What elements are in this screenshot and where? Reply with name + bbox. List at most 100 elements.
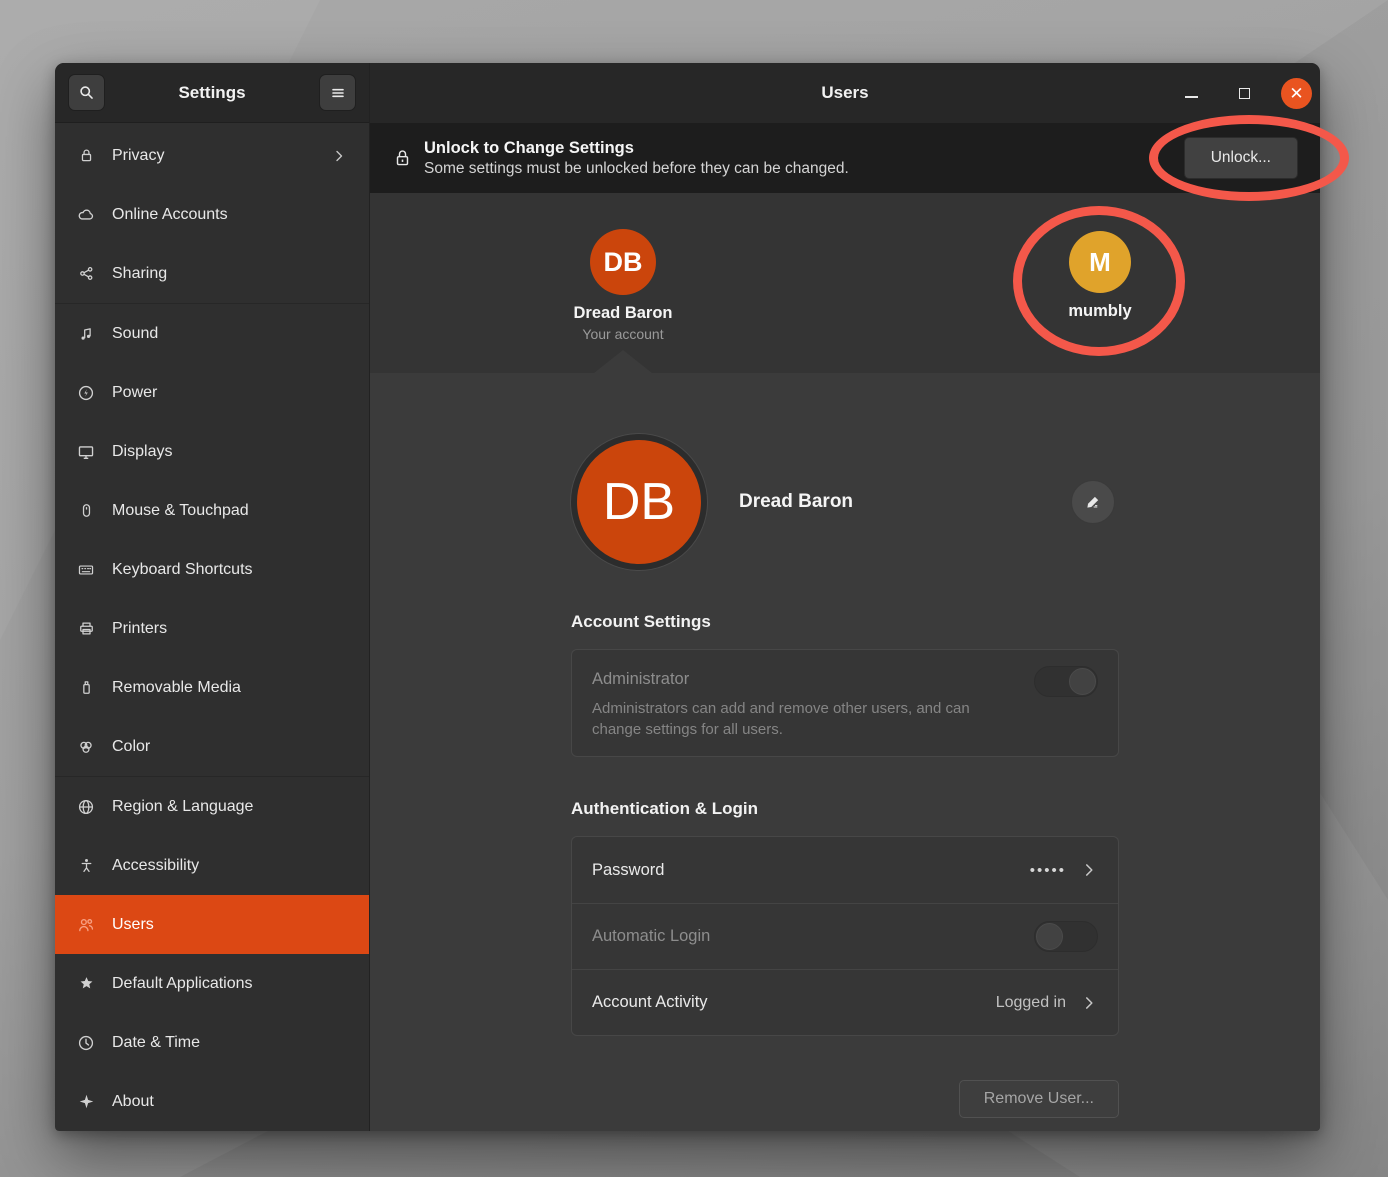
sidebar-item-about[interactable]: About: [55, 1072, 369, 1131]
sidebar-item-label: Date & Time: [112, 1034, 347, 1052]
sidebar-item-color[interactable]: Color: [55, 717, 369, 776]
sidebar-item-label: Default Applications: [112, 975, 347, 993]
auth-login-heading: Authentication & Login: [571, 799, 1119, 819]
footer-row: Remove User...: [571, 1080, 1119, 1118]
user-carousel: DB Dread Baron Your account M mumbly: [370, 193, 1320, 373]
sidebar-item-label: Accessibility: [112, 857, 347, 875]
sidebar-item-privacy[interactable]: Privacy: [55, 126, 369, 185]
sidebar-title: Settings: [105, 83, 319, 103]
sidebar: Settings Privacy Online Accounts: [55, 63, 370, 1131]
mouse-icon: [77, 502, 95, 520]
hamburger-icon: [330, 85, 346, 101]
avatar[interactable]: DB: [571, 434, 707, 570]
power-icon: [77, 384, 95, 402]
sidebar-item-sharing[interactable]: Sharing: [55, 244, 369, 303]
flash-drive-icon: [77, 679, 95, 697]
clock-icon: [77, 1034, 95, 1052]
administrator-label: Administrator: [592, 670, 1098, 689]
sidebar-item-removable-media[interactable]: Removable Media: [55, 658, 369, 717]
account-settings-heading: Account Settings: [571, 612, 1119, 632]
avatar: DB: [590, 229, 656, 295]
password-row[interactable]: Password •••••: [572, 837, 1118, 903]
profile-row: DB Dread Baron: [571, 434, 1119, 570]
search-icon: [78, 84, 95, 101]
sidebar-item-label: Displays: [112, 443, 347, 461]
password-dots: •••••: [1030, 862, 1066, 879]
chevron-right-icon: [331, 148, 347, 164]
sidebar-item-label: Color: [112, 738, 347, 756]
sidebar-item-date-time[interactable]: Date & Time: [55, 1013, 369, 1072]
sidebar-item-label: Mouse & Touchpad: [112, 502, 347, 520]
carousel-user-name: mumbly: [1068, 302, 1131, 321]
account-activity-row[interactable]: Account Activity Logged in: [572, 969, 1118, 1035]
search-button[interactable]: [68, 74, 105, 111]
sidebar-item-mouse-touchpad[interactable]: Mouse & Touchpad: [55, 481, 369, 540]
toggle-knob: [1036, 923, 1063, 950]
sidebar-item-label: About: [112, 1093, 347, 1111]
users-icon: [77, 916, 95, 934]
remove-user-button[interactable]: Remove User...: [959, 1080, 1119, 1118]
banner-texts: Unlock to Change Settings Some settings …: [424, 139, 849, 178]
sidebar-item-label: Keyboard Shortcuts: [112, 561, 347, 579]
sidebar-item-power[interactable]: Power: [55, 363, 369, 422]
sidebar-item-users[interactable]: Users: [55, 895, 369, 954]
banner-subtitle: Some settings must be unlocked before th…: [424, 160, 849, 178]
banner-title: Unlock to Change Settings: [424, 139, 849, 158]
desktop-background: Settings Privacy Online Accounts: [0, 0, 1388, 1177]
account-activity-label: Account Activity: [592, 993, 996, 1012]
unlock-button[interactable]: Unlock...: [1184, 137, 1298, 179]
minimize-icon: [1185, 96, 1198, 98]
globe-icon: [77, 798, 95, 816]
star-icon: [77, 975, 95, 993]
administrator-toggle[interactable]: [1034, 666, 1098, 697]
sidebar-item-label: Removable Media: [112, 679, 347, 697]
carousel-user-mumbly[interactable]: M mumbly: [1032, 229, 1168, 321]
sidebar-item-online-accounts[interactable]: Online Accounts: [55, 185, 369, 244]
unlock-banner: Unlock to Change Settings Some settings …: [370, 123, 1320, 193]
sidebar-item-label: Region & Language: [112, 798, 347, 816]
close-icon: ✕: [1289, 85, 1303, 102]
maximize-button[interactable]: [1228, 77, 1260, 109]
automatic-login-label: Automatic Login: [592, 927, 1034, 946]
titlebar: Users ✕: [370, 63, 1320, 123]
accessibility-icon: [77, 857, 95, 875]
edit-name-button[interactable]: [1071, 480, 1115, 524]
sidebar-item-region-language[interactable]: Region & Language: [55, 777, 369, 836]
close-button[interactable]: ✕: [1281, 78, 1312, 109]
settings-window: Settings Privacy Online Accounts: [55, 63, 1320, 1131]
chevron-right-icon: [1080, 994, 1098, 1012]
sidebar-item-keyboard-shortcuts[interactable]: Keyboard Shortcuts: [55, 540, 369, 599]
carousel-user-name: Dread Baron: [573, 304, 672, 323]
keyboard-icon: [77, 561, 95, 579]
avatar: M: [1069, 231, 1131, 293]
sidebar-item-label: Online Accounts: [112, 206, 347, 224]
sidebar-item-sound[interactable]: Sound: [55, 304, 369, 363]
account-activity-value: Logged in: [996, 994, 1066, 1012]
pencil-icon: [1084, 493, 1102, 511]
sidebar-item-label: Power: [112, 384, 347, 402]
automatic-login-toggle[interactable]: [1034, 921, 1098, 952]
sidebar-item-default-applications[interactable]: Default Applications: [55, 954, 369, 1013]
menu-button[interactable]: [319, 74, 356, 111]
sidebar-item-displays[interactable]: Displays: [55, 422, 369, 481]
account-settings-card: Administrator Administrators can add and…: [571, 649, 1119, 757]
window-controls: ✕: [1175, 77, 1320, 109]
display-icon: [77, 443, 95, 461]
share-icon: [77, 265, 95, 283]
main-panel: Users ✕ Unlock to Change Settings Some s…: [370, 63, 1320, 1131]
lock-icon: [392, 147, 413, 169]
auth-login-card: Password ••••• Automatic Login Account A…: [571, 836, 1119, 1036]
carousel-user-dread-baron[interactable]: DB Dread Baron Your account: [555, 229, 691, 342]
sidebar-item-printers[interactable]: Printers: [55, 599, 369, 658]
profile-name: Dread Baron: [739, 491, 853, 513]
sidebar-item-label: Privacy: [112, 147, 331, 165]
maximize-icon: [1239, 88, 1250, 99]
administrator-description: Administrators can add and remove other …: [592, 698, 1012, 740]
minimize-button[interactable]: [1175, 77, 1207, 109]
sidebar-item-label: Sound: [112, 325, 347, 343]
sidebar-item-accessibility[interactable]: Accessibility: [55, 836, 369, 895]
sparkle-icon: [77, 1093, 95, 1111]
sidebar-header: Settings: [55, 63, 369, 123]
color-circles-icon: [77, 738, 95, 756]
carousel-user-subtitle: Your account: [582, 326, 663, 342]
